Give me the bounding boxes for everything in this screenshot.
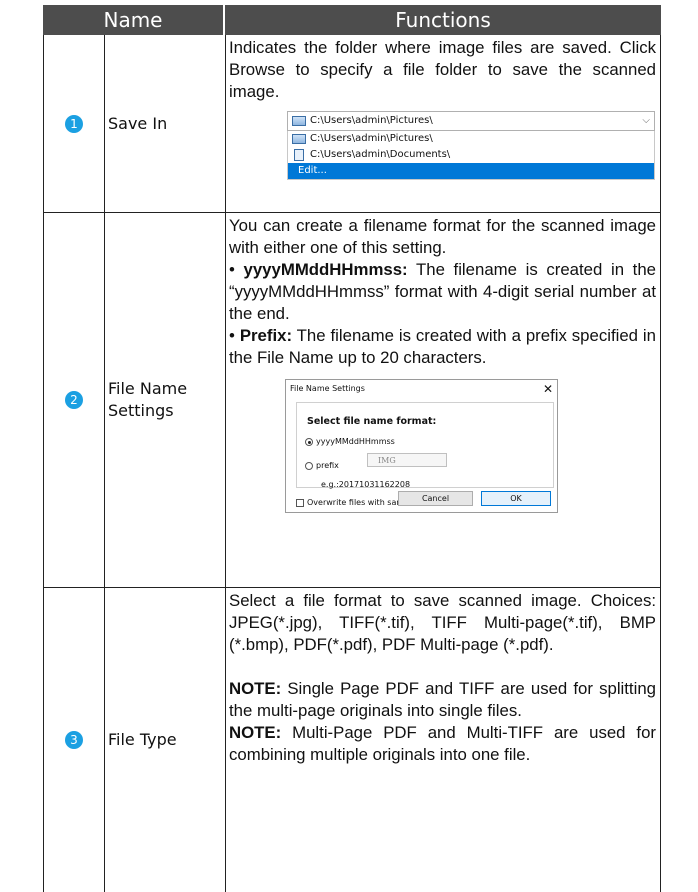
note-1: NOTE: Single Page PDF and TIFF are used … <box>229 679 656 720</box>
bullet-prefix: • Prefix: The filename is created with a… <box>229 326 656 367</box>
prefix-input[interactable]: IMG <box>367 453 447 467</box>
header-name: Name <box>43 5 225 35</box>
dropdown-option[interactable]: C:\Users\admin\Documents\ <box>288 147 654 163</box>
header-functions: Functions <box>395 8 491 32</box>
radio-yyyy[interactable]: yyyyMMddHHmmss <box>305 431 395 453</box>
chevron-down-icon[interactable]: ⌵ <box>642 110 650 132</box>
save-in-dropdown[interactable]: C:\Users\admin\Pictures\ ⌵ C:\Users\admi… <box>287 111 655 180</box>
cancel-button[interactable]: Cancel <box>398 491 473 506</box>
monitor-icon <box>292 134 306 144</box>
dialog-titlebar: File Name Settings ✕ <box>286 380 557 398</box>
row-name: Save In <box>105 35 226 212</box>
row-name: File Name Settings <box>108 379 188 420</box>
row-description: Select a file format to save scanned ima… <box>229 591 656 654</box>
checkbox-icon[interactable] <box>296 499 304 507</box>
row-intro: You can create a filename format for the… <box>229 216 656 257</box>
file-name-settings-dialog: File Name Settings ✕ Select file name fo… <box>285 379 558 513</box>
format-group: Select file name format: yyyyMMddHHmmss … <box>296 402 554 489</box>
table-row: 2 File Name Settings You can create a fi… <box>43 213 661 588</box>
number-badge: 1 <box>65 114 83 133</box>
functions-table: Name Functions 1 Save In Indicates the f… <box>43 5 661 892</box>
row-name: File Type <box>105 588 226 892</box>
table-row: 1 Save In Indicates the folder where ima… <box>43 35 661 213</box>
close-icon[interactable]: ✕ <box>543 378 553 400</box>
ok-button[interactable]: OK <box>481 491 551 506</box>
dropdown-list: C:\Users\admin\Pictures\ C:\Users\admin\… <box>287 131 655 180</box>
bullet-yyyy: • yyyyMMddHHmmss: The filename is create… <box>229 260 656 323</box>
table-row: 3 File Type Select a file format to save… <box>43 588 661 892</box>
note-2: NOTE: Multi-Page PDF and Multi-TIFF are … <box>229 723 656 764</box>
radio-icon[interactable] <box>305 462 313 470</box>
group-label: Select file name format: <box>307 416 437 427</box>
number-badge: 2 <box>65 391 83 409</box>
monitor-icon <box>292 116 306 126</box>
table-header: Name Functions <box>43 5 661 35</box>
row-description: Indicates the folder where image files a… <box>229 38 656 101</box>
radio-selected-icon[interactable] <box>305 438 313 446</box>
dialog-title: File Name Settings <box>290 384 365 393</box>
number-badge: 3 <box>65 731 83 749</box>
